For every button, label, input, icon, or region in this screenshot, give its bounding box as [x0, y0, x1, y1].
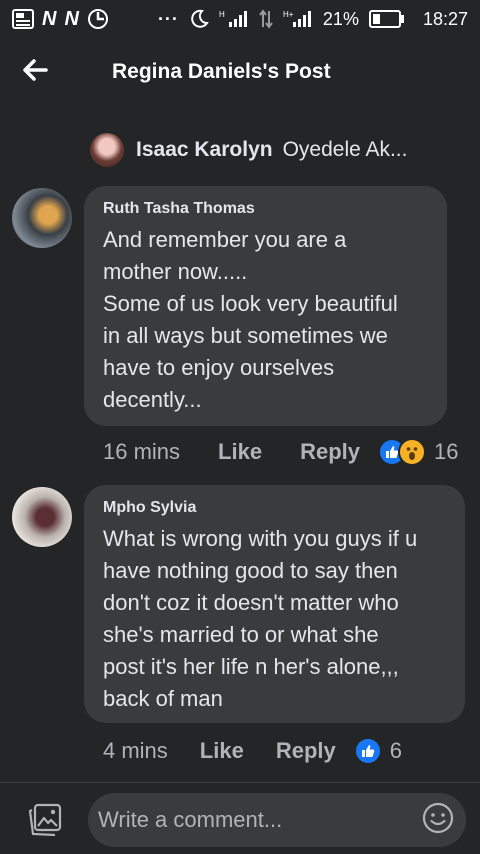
clock: 18:27 — [422, 8, 468, 29]
signal-icon: H+ — [283, 9, 313, 29]
like-reaction-icon — [353, 737, 382, 765]
reply-link[interactable]: Reply — [276, 738, 336, 764]
reply-author: Isaac Karolyn — [136, 138, 273, 161]
comment-input[interactable]: Write a comment... — [88, 793, 466, 847]
comment-composer: Write a comment... — [0, 790, 480, 854]
comment-text: And remember you are a mother now..... S… — [103, 227, 398, 412]
divider — [0, 782, 480, 783]
news-icon — [12, 9, 34, 29]
avatar — [90, 133, 124, 167]
comment-placeholder: Write a comment... — [98, 807, 283, 832]
reaction-count: 16 — [434, 439, 459, 464]
comment-time: 4 mins — [103, 738, 168, 763]
wow-reaction-icon — [398, 438, 426, 466]
photo-icon — [27, 803, 63, 842]
like-link[interactable]: Like — [218, 439, 262, 465]
n-icon: N — [64, 7, 79, 30]
reply-link[interactable]: Reply — [300, 439, 360, 465]
like-link[interactable]: Like — [200, 738, 244, 764]
comment-bubble[interactable]: Ruth Tasha Thomas And remember you are a… — [84, 186, 447, 426]
signal-icon: H — [219, 9, 249, 29]
avatar[interactable] — [12, 487, 72, 547]
smiley-icon — [422, 802, 454, 839]
comment-author[interactable]: Mpho Sylvia — [103, 499, 445, 517]
moon-icon — [189, 9, 209, 29]
status-bar: N N ··· H H+ 21% 18:27 — [0, 0, 480, 38]
back-button[interactable] — [0, 40, 70, 104]
page-title: Regina Daniels's Post — [112, 60, 331, 83]
browser-icon — [87, 8, 109, 30]
comment-text: What is wrong with you guys if u have no… — [103, 526, 418, 711]
photo-button[interactable] — [0, 790, 90, 854]
data-transfer-icon — [259, 9, 273, 29]
comment-author[interactable]: Ruth Tasha Thomas — [103, 200, 427, 218]
emoji-button[interactable] — [420, 802, 456, 838]
battery-icon — [368, 10, 405, 28]
comment-actions: 16 mins Like Reply 16 — [103, 438, 458, 466]
svg-text:H: H — [219, 10, 225, 19]
reply-preview[interactable]: Isaac Karolyn Oyedele Ak... — [90, 132, 407, 168]
svg-text:H+: H+ — [283, 10, 294, 19]
reactions[interactable] — [378, 438, 426, 466]
reply-snippet: Oyedele Ak... — [282, 138, 408, 161]
comment-time: 16 mins — [103, 439, 181, 464]
reactions[interactable] — [353, 737, 382, 765]
reaction-count: 6 — [389, 738, 402, 763]
comment-actions: 4 mins Like Reply 6 — [103, 737, 402, 765]
battery-percent: 21% — [322, 8, 359, 29]
post-header: Regina Daniels's Post — [0, 40, 480, 104]
avatar[interactable] — [12, 188, 72, 248]
more-notifications-icon: ··· — [157, 8, 179, 29]
n-icon: N — [42, 7, 57, 30]
back-arrow-icon — [22, 58, 48, 86]
comment-bubble[interactable]: Mpho Sylvia What is wrong with you guys … — [84, 485, 465, 723]
